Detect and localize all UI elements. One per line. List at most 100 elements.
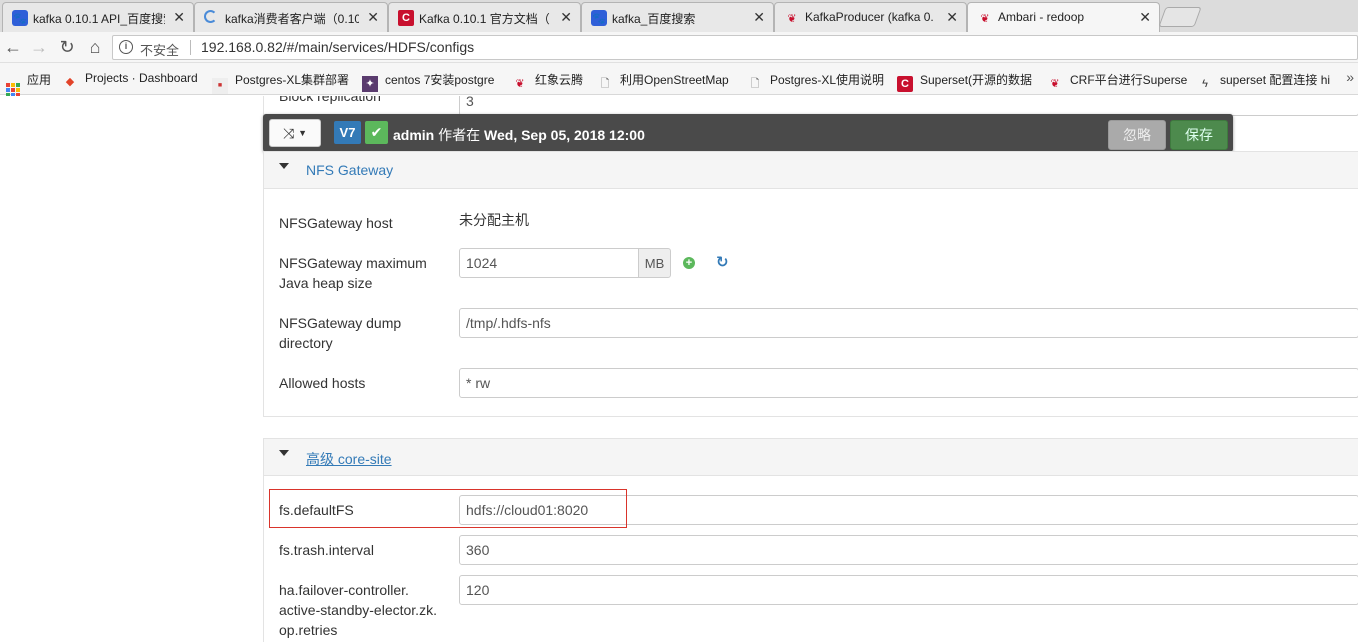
version-date: Wed, Sep 05, 2018 12:00	[484, 127, 645, 143]
site-icon: ✦	[362, 76, 378, 92]
browser-tab-active[interactable]: ❦ Ambari - redoop ✕	[967, 2, 1160, 33]
bookmark-apps[interactable]: 应用	[6, 71, 58, 97]
new-tab-button[interactable]	[1158, 7, 1202, 27]
site-icon: ■	[212, 78, 228, 94]
info-icon[interactable]: i	[119, 40, 133, 54]
bookmark-label: Postgres-XL使用说明	[770, 73, 885, 87]
bookmark-item[interactable]: ❦ CRF平台进行Superse	[1047, 71, 1187, 92]
section-header-nfs-gateway[interactable]: NFS Gateway	[263, 151, 1358, 189]
label-line: op.retries	[279, 622, 338, 638]
label-line: NFSGateway maximum	[279, 255, 427, 271]
section-title[interactable]: NFS Gateway	[306, 162, 393, 178]
baidu-paw-icon: 🐾	[591, 10, 607, 26]
property-label: NFSGateway dump directory	[279, 313, 449, 353]
page-icon: 🗋	[750, 78, 760, 90]
config-version-bar: ⤨ ▼ V7 ✔ admin 作者在 Wed, Sep 05, 2018 12:…	[263, 114, 1233, 152]
url-text[interactable]: 192.168.0.82/#/main/services/HDFS/config…	[201, 39, 474, 55]
property-value: 未分配主机	[459, 212, 529, 228]
tab-title: KafkaProducer (kafka 0.	[805, 10, 934, 24]
bookmarks-bar: 应用 ◆ Projects · Dashboard ■ Postgres-XL集群部…	[0, 63, 1358, 97]
csdn-icon: C	[398, 10, 414, 26]
version-author-info: admin 作者在 Wed, Sep 05, 2018 12:00	[393, 125, 645, 145]
refresh-icon[interactable]: ↻	[716, 253, 729, 271]
page-content: Block replication 3 ⤨ ▼ V7 ✔ admin 作者在 W…	[0, 96, 1358, 642]
browser-tab[interactable]: ❦ KafkaProducer (kafka 0. ✕	[774, 2, 967, 32]
browser-tab-strip: 🐾 kafka 0.10.1 API_百度搜索 ✕ kafka消费者客户端（0.…	[0, 0, 1358, 33]
back-arrow-icon[interactable]: ←	[2, 36, 24, 58]
caret-down-icon	[279, 163, 289, 169]
caret-down-icon: ▼	[298, 128, 308, 138]
section-divider	[263, 416, 1358, 417]
zk-op-retries-input[interactable]: 120	[459, 575, 1358, 605]
loading-spinner-icon	[204, 10, 217, 23]
check-icon: ✔	[365, 121, 388, 144]
property-label: Block replication	[279, 96, 381, 104]
trash-interval-input[interactable]: 360	[459, 535, 1358, 565]
tab-title: Ambari - redoop	[998, 10, 1085, 24]
plus-icon[interactable]: +	[683, 257, 695, 269]
bookmark-label: Postgres-XL集群部署	[235, 73, 350, 87]
dump-directory-input[interactable]: /tmp/.hdfs-nfs	[459, 308, 1358, 338]
caret-down-icon	[279, 450, 289, 456]
more-bookmarks-icon[interactable]: »	[1346, 69, 1354, 85]
close-icon[interactable]: ✕	[946, 9, 958, 26]
security-label: 不安全	[140, 43, 180, 58]
bookmark-label: 红象云腾	[535, 73, 584, 87]
bookmark-item[interactable]: ✦ centos 7安装postgre	[362, 71, 502, 92]
browser-toolbar: ← → ↻ ⌂ i 不安全 192.168.0.82/#/main/servic…	[0, 32, 1358, 63]
heap-size-input[interactable]: 1024	[459, 248, 639, 278]
bookmark-label: 应用	[27, 73, 52, 87]
feather-icon: ❦	[1050, 78, 1060, 90]
reload-icon[interactable]: ↻	[56, 36, 78, 58]
bookmark-item[interactable]: 🗋 利用OpenStreetMap	[597, 71, 737, 92]
gitlab-icon: ◆	[65, 76, 75, 88]
save-button[interactable]: 保存	[1170, 120, 1228, 150]
property-label: ha.failover-controller. active-standby-e…	[279, 580, 454, 640]
bookmark-label: Projects · Dashboard	[85, 71, 198, 85]
highlight-annotation	[269, 489, 627, 528]
browser-tab[interactable]: 🐾 kafka_百度搜索 ✕	[581, 2, 774, 32]
allowed-hosts-input[interactable]: * rw	[459, 368, 1358, 398]
forward-arrow-icon[interactable]: →	[28, 36, 50, 58]
home-icon[interactable]: ⌂	[84, 36, 106, 58]
tab-title: kafka消费者客户端（0.10	[225, 12, 359, 26]
bookmark-label: Superset(开源的数据	[920, 73, 1033, 87]
label-line: Java heap size	[279, 275, 373, 291]
bookmark-item[interactable]: ■ Postgres-XL集群部署	[212, 71, 352, 94]
property-input[interactable]: 3	[459, 96, 1358, 116]
bookmark-item[interactable]: 🗋 Postgres-XL使用说明	[747, 71, 887, 92]
tab-title: Kafka 0.10.1 官方文档（	[419, 12, 550, 26]
label-line: ha.failover-controller.	[279, 582, 409, 598]
panel-border	[263, 476, 264, 642]
close-icon[interactable]: ✕	[753, 9, 765, 26]
section-header-core-site[interactable]: 高级 core-site	[263, 438, 1358, 476]
bookmark-label: CRF平台进行Superse	[1070, 73, 1187, 87]
close-icon[interactable]: ✕	[173, 9, 185, 26]
close-icon[interactable]: ✕	[560, 9, 572, 26]
feather-icon: ❦	[980, 12, 990, 25]
version-author-prefix: 作者在	[438, 127, 481, 143]
bookmark-item[interactable]: C Superset(开源的数据	[897, 71, 1037, 92]
bookmark-label: 利用OpenStreetMap	[620, 73, 729, 87]
bookmark-item[interactable]: ◆ Projects · Dashboard	[62, 71, 202, 90]
version-switch-button[interactable]: ⤨ ▼	[269, 119, 321, 147]
section-title[interactable]: 高级 core-site	[306, 449, 392, 469]
feather-icon: ❦	[787, 12, 797, 25]
label-line: active-standby-elector.zk.	[279, 602, 437, 618]
browser-tab[interactable]: C Kafka 0.10.1 官方文档（ ✕	[388, 2, 581, 32]
label-line: NFSGateway dump	[279, 315, 402, 331]
browser-tab[interactable]: kafka消费者客户端（0.10 ✕	[194, 2, 388, 32]
address-bar[interactable]: i 不安全 192.168.0.82/#/main/services/HDFS/…	[112, 35, 1358, 60]
discard-button[interactable]: 忽略	[1108, 120, 1166, 150]
browser-tab[interactable]: 🐾 kafka 0.10.1 API_百度搜索 ✕	[2, 2, 194, 32]
bookmark-item[interactable]: ϟ superset 配置连接 hi	[1197, 71, 1337, 92]
apps-grid-icon	[6, 83, 20, 97]
tab-title: kafka_百度搜索	[612, 12, 696, 26]
bookmark-item[interactable]: ❦ 红象云腾	[512, 71, 592, 92]
baidu-paw-icon: 🐾	[12, 10, 28, 26]
bookmark-label: centos 7安装postgre	[385, 73, 495, 87]
site-icon: ϟ	[1202, 78, 1208, 90]
unit-addon: MB	[638, 248, 671, 278]
close-icon[interactable]: ✕	[1139, 9, 1151, 26]
close-icon[interactable]: ✕	[367, 9, 379, 26]
